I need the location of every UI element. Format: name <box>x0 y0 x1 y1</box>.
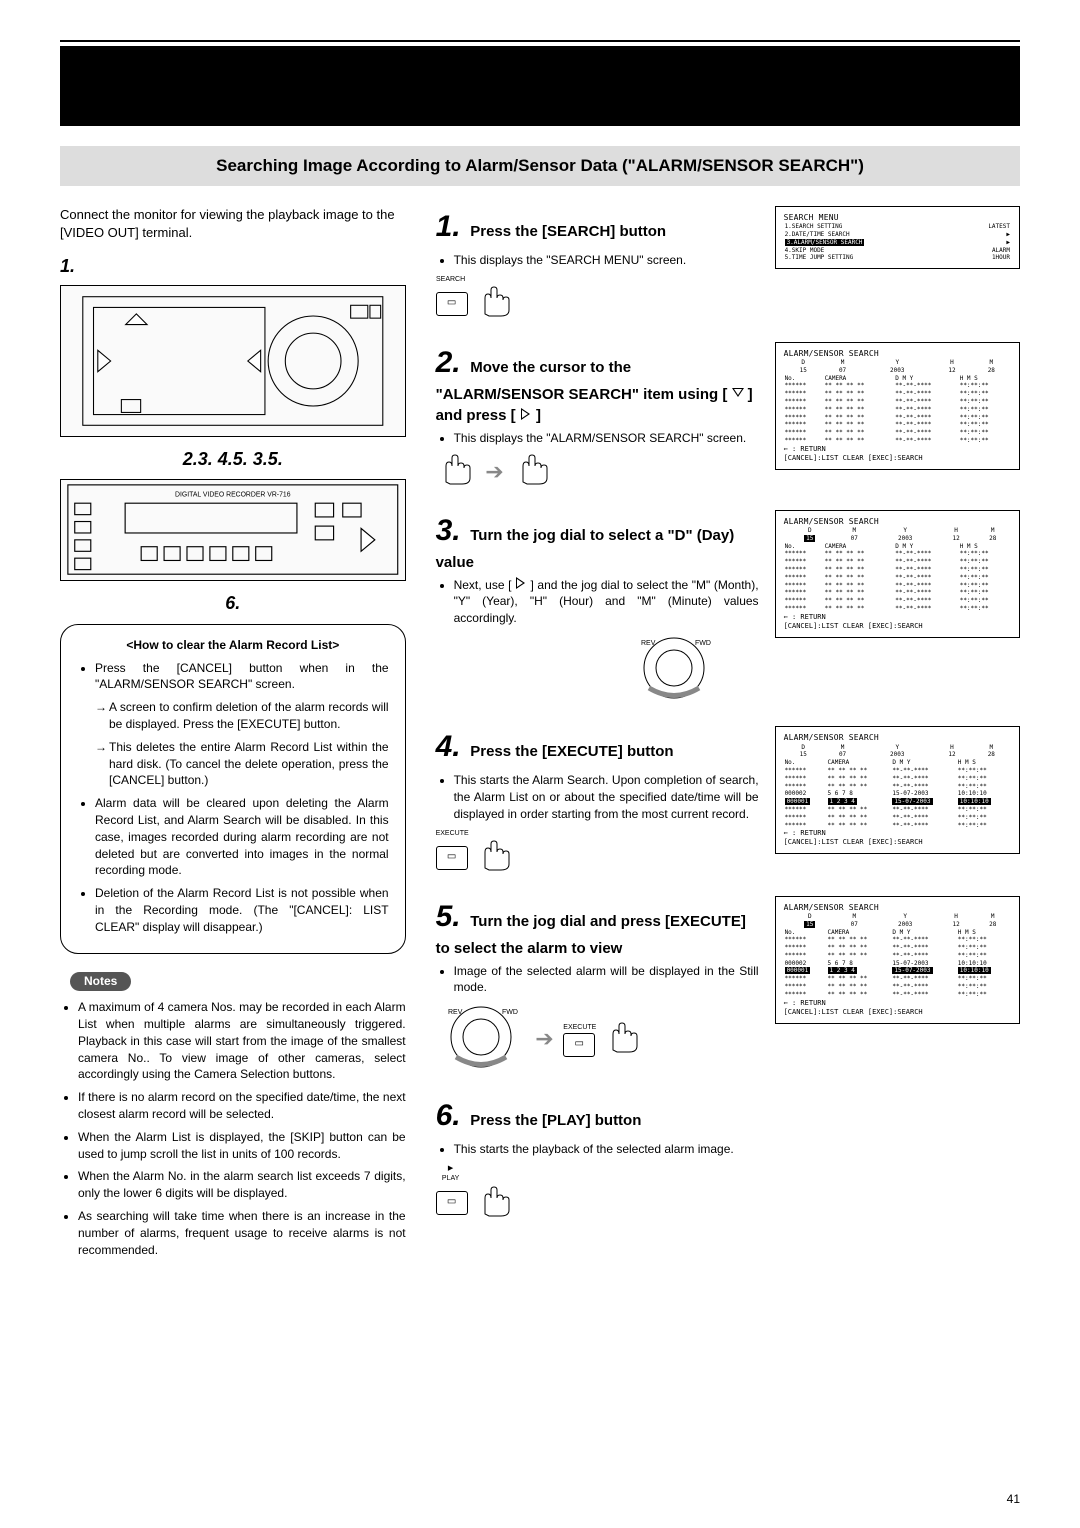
svg-text:REV: REV <box>448 1009 463 1016</box>
step3-body: Next, use [ ] and the jog dial to select… <box>454 577 759 627</box>
step4-num: 4. <box>436 726 461 768</box>
front-panel-diagram: DIGITAL VIDEO RECORDER VR-716 <box>60 479 406 581</box>
execute-button-icon: ▭ <box>563 1033 595 1057</box>
step2-num: 2. <box>436 342 461 384</box>
howto-item: Press the [CANCEL] button when in the "A… <box>95 660 389 694</box>
howto-item: A screen to confirm deletion of the alar… <box>95 699 389 733</box>
down-triangle-icon <box>732 387 744 399</box>
left-step-6-label: 6. <box>60 591 406 616</box>
play-button-icon: ▭ <box>436 1191 468 1215</box>
alarm-search-screen-5: ALARM/SENSOR SEARCHDMYHM150720031228No.C… <box>775 896 1020 1024</box>
note-item: If there is no alarm record on the speci… <box>78 1089 406 1123</box>
execute-button-label: EXECUTE <box>436 829 466 839</box>
arrow-right-icon: ➔ <box>485 457 503 488</box>
step5-body: Image of the selected alarm will be disp… <box>454 963 759 997</box>
step5-num: 5. <box>436 896 461 938</box>
alarm-search-screen-3: ALARM/SENSOR SEARCHDMYHM150720031228No.C… <box>775 510 1020 638</box>
step6-num: 6. <box>436 1095 461 1137</box>
hand-icon <box>513 452 553 491</box>
step3-title: Turn the jog dial to select a "D" (Day) … <box>436 527 735 571</box>
step4-body: This starts the Alarm Search. Upon compl… <box>454 772 759 822</box>
hand-icon <box>603 1020 643 1059</box>
howto-item: Alarm data will be cleared upon deleting… <box>95 795 389 879</box>
execute-button-label: EXECUTE <box>563 1023 593 1033</box>
jog-dial-icon: REV FWD <box>629 633 719 708</box>
step2-body: This displays the "ALARM/SENSOR SEARCH" … <box>454 430 759 447</box>
step3-num: 3. <box>436 510 461 552</box>
howto-clear-box: <How to clear the Alarm Record List> Pre… <box>60 624 406 955</box>
note-item: When the Alarm No. in the alarm search l… <box>78 1168 406 1202</box>
svg-text:REV: REV <box>641 640 656 647</box>
notes-badge: Notes <box>70 972 131 991</box>
step6-title: Press the [PLAY] button <box>470 1112 641 1129</box>
step1-num: 1. <box>436 206 461 248</box>
right-triangle-icon <box>515 577 527 589</box>
hand-icon <box>436 452 476 491</box>
howto-item: This deletes the entire Alarm Record Lis… <box>95 739 389 789</box>
svg-text:FWD: FWD <box>695 640 711 647</box>
alarm-search-screen-4: ALARM/SENSOR SEARCHDMYHM150720031228No.C… <box>775 726 1020 854</box>
section-title: Searching Image According to Alarm/Senso… <box>60 146 1020 186</box>
hand-icon <box>475 284 515 323</box>
intro-text: Connect the monitor for viewing the play… <box>60 206 406 242</box>
note-item: As searching will take time when there i… <box>78 1208 406 1258</box>
left-step-1-label: 1. <box>60 254 406 279</box>
svg-text:DIGITAL VIDEO RECORDER VR-716: DIGITAL VIDEO RECORDER VR-716 <box>175 491 291 498</box>
step4-title: Press the [EXECUTE] button <box>470 743 673 760</box>
note-item: A maximum of 4 camera Nos. may be record… <box>78 999 406 1083</box>
howto-title: <How to clear the Alarm Record List> <box>77 637 389 654</box>
header-black-block <box>60 46 1020 126</box>
step6-body: This starts the playback of the selected… <box>454 1141 1020 1158</box>
jog-dial-icon: REV FWD <box>436 1002 526 1077</box>
hand-icon <box>475 838 515 877</box>
execute-button-icon: ▭ <box>436 846 468 870</box>
note-item: When the Alarm List is displayed, the [S… <box>78 1129 406 1163</box>
step2-title: Move the cursor to the "ALARM/SENSOR SEA… <box>436 359 753 424</box>
notes-list: A maximum of 4 camera Nos. may be record… <box>60 999 406 1258</box>
page-number: 41 <box>1007 1491 1020 1508</box>
step1-body: This displays the "SEARCH MENU" screen. <box>454 252 759 269</box>
hand-icon <box>475 1184 515 1223</box>
play-button-label: PLAY <box>436 1174 466 1184</box>
left-step-2-label: 2.3. 4.5. 3.5. <box>60 447 406 472</box>
svg-text:FWD: FWD <box>502 1009 518 1016</box>
step5-title: Turn the jog dial and press [EXECUTE] to… <box>436 913 746 957</box>
search-button-label: SEARCH <box>436 275 466 285</box>
right-triangle-icon <box>520 408 532 420</box>
howto-item: Deletion of the Alarm Record List is not… <box>95 885 389 935</box>
device-top-diagram <box>60 285 406 437</box>
search-menu-screen: SEARCH MENU 1.SEARCH SETTINGLATEST2.DATE… <box>775 206 1020 269</box>
step1-title: Press the [SEARCH] button <box>470 223 666 240</box>
alarm-search-screen-2: ALARM/SENSOR SEARCHDMYHM150720031228No.C… <box>775 342 1020 470</box>
arrow-right-icon: ➔ <box>535 1024 553 1055</box>
search-button-icon: ▭ <box>436 292 468 316</box>
